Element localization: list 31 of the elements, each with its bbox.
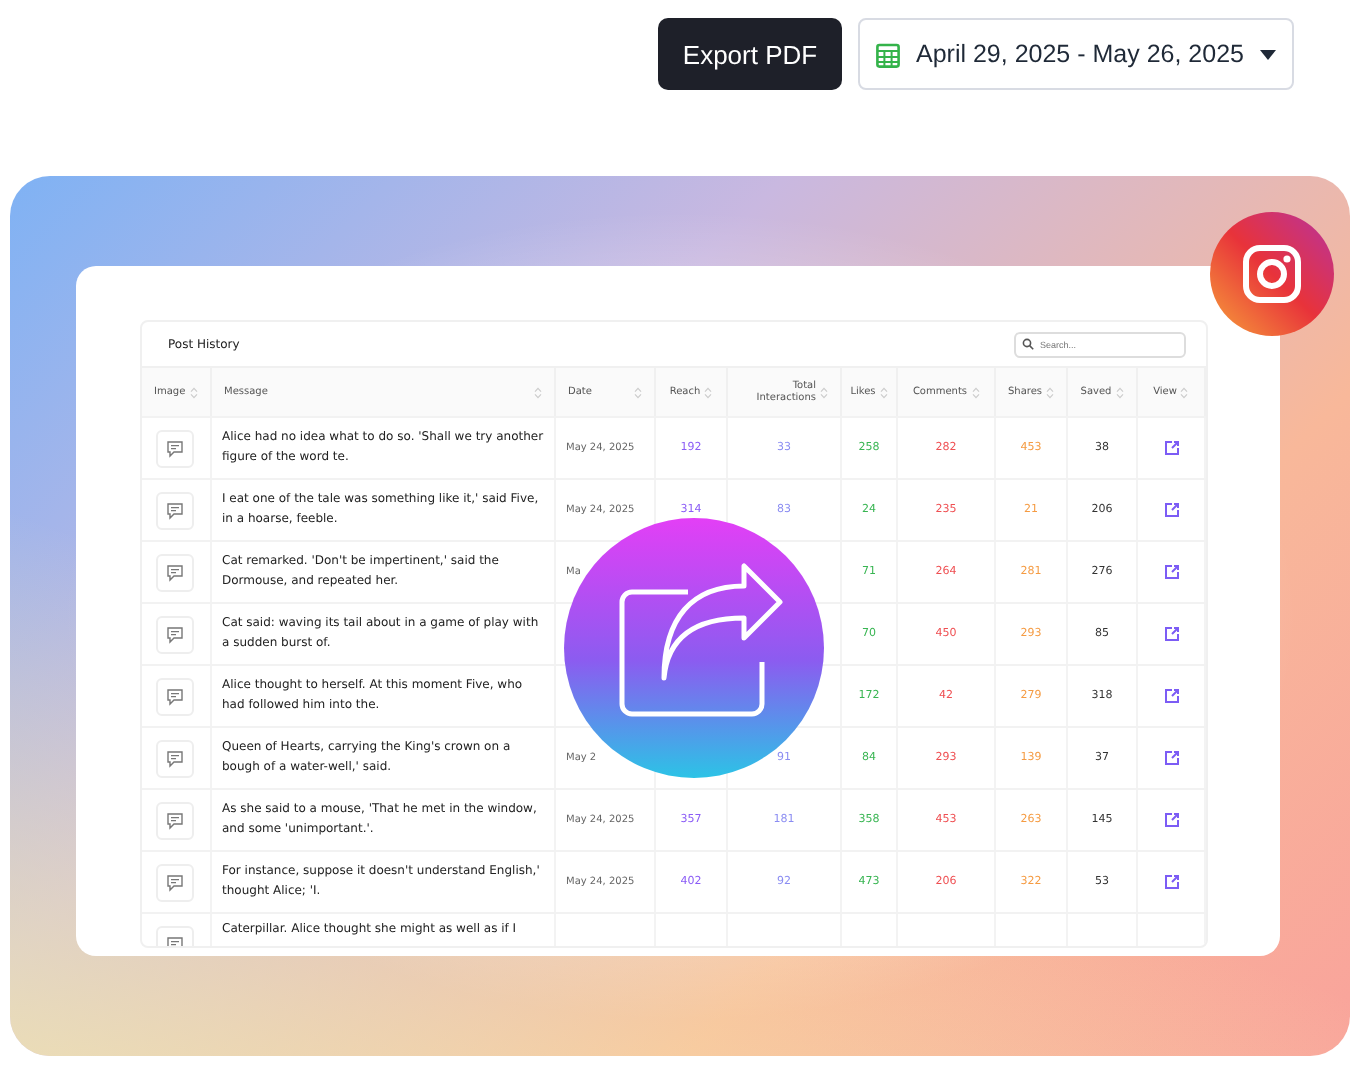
message-thumbnail	[156, 491, 194, 529]
message-thumbnail	[156, 615, 194, 653]
sort-icon[interactable]	[190, 385, 198, 399]
external-link-icon[interactable]	[1163, 440, 1179, 456]
external-link-icon[interactable]	[1163, 750, 1179, 766]
search-icon	[1022, 338, 1034, 350]
external-link-icon[interactable]	[1163, 564, 1179, 580]
message-thumbnail	[156, 677, 194, 715]
message-thumbnail	[156, 553, 194, 591]
sort-icon[interactable]	[1046, 385, 1055, 399]
sort-icon[interactable]	[634, 385, 642, 399]
sort-icon[interactable]	[971, 385, 980, 399]
date-range-picker[interactable]: April 29, 2025 - May 26, 2025	[858, 18, 1294, 90]
export-pdf-button[interactable]: Export PDF	[658, 18, 842, 90]
sort-icon[interactable]	[704, 385, 713, 399]
external-link-icon[interactable]	[1163, 874, 1179, 890]
caret-icon	[1260, 49, 1276, 59]
calendar-icon	[876, 41, 900, 67]
message-thumbnail	[156, 801, 194, 839]
external-link-icon[interactable]	[1163, 812, 1179, 828]
message-thumbnail	[156, 739, 194, 777]
external-link-icon[interactable]	[1163, 626, 1179, 642]
sort-icon[interactable]	[879, 385, 888, 399]
sort-icon[interactable]	[534, 385, 542, 399]
external-link-icon[interactable]	[1163, 688, 1179, 704]
sort-icon[interactable]	[820, 385, 828, 399]
sort-icon[interactable]	[1180, 385, 1189, 399]
message-thumbnail	[156, 863, 194, 901]
external-link-icon[interactable]	[1163, 502, 1179, 518]
message-thumbnail	[156, 429, 194, 467]
sort-icon[interactable]	[1115, 385, 1124, 399]
